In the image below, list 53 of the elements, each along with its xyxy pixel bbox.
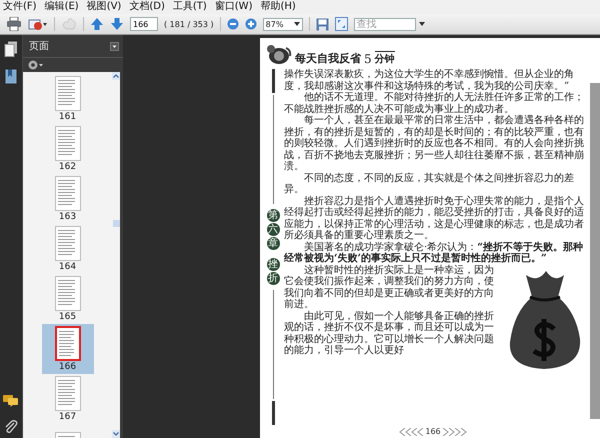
paragraph: 由此可见，假如一个人能够具备正确的挫折观的话，挫折不仅不是坏事，而且还可以成为一种积极的心理动力。它可以增长一个人解决问题的能力，引导一个人以更好 bbox=[284, 310, 495, 356]
scroll-up-icon[interactable] bbox=[112, 72, 120, 80]
menu-item[interactable]: 编辑(E) bbox=[44, 1, 79, 13]
bookmark-icon[interactable] bbox=[5, 69, 17, 84]
scroll-down-icon[interactable] bbox=[112, 430, 120, 438]
page-number: 166 bbox=[425, 427, 441, 436]
menu-item[interactable]: 文件(F) bbox=[3, 1, 37, 13]
share-icon[interactable] bbox=[28, 17, 48, 31]
chevrons-right-icon bbox=[442, 428, 467, 436]
print-icon[interactable] bbox=[6, 17, 22, 31]
page-thumbnail[interactable]: 162 bbox=[42, 124, 94, 174]
zoom-dropdown[interactable]: 87% bbox=[262, 18, 303, 30]
caret-icon bbox=[294, 22, 300, 26]
zoom-out-icon[interactable] bbox=[226, 18, 239, 30]
page-thumbnail[interactable]: 166 bbox=[42, 324, 94, 374]
caret-icon[interactable] bbox=[418, 22, 425, 26]
search-field[interactable]: 查找 bbox=[354, 18, 416, 30]
page-thumbnail[interactable]: 165 bbox=[42, 274, 94, 324]
menu-item[interactable]: 文档(D) bbox=[129, 1, 165, 13]
menu-item[interactable]: 窗口(W) bbox=[214, 1, 252, 13]
up-arrow-icon[interactable] bbox=[90, 17, 104, 31]
options-gear-icon[interactable] bbox=[28, 60, 44, 70]
menu-item[interactable]: 视图(V) bbox=[86, 1, 122, 13]
attachment-icon[interactable] bbox=[4, 419, 18, 434]
comments-icon[interactable] bbox=[3, 395, 19, 407]
paragraph: 这种暂时性的挫折实际上是一种幸运，因为它会使我们振作起来，调整我们的努力方向，使我们向着不同的但却是更正确或者更美好的方向前进。 bbox=[284, 264, 495, 310]
down-arrow-icon[interactable] bbox=[110, 17, 124, 31]
page-number-field[interactable]: 166 bbox=[130, 17, 158, 31]
paragraph: 挫折容忍力是指个人遭遇挫折时免于心理失常的能力，是指个人经得起打击或经得起挫折的能力，能忍受挫折的打击，具备良好的适应能力，以保持正常的心理活动，这是心理健康的标志，也是成功者所必须具备的重要心理素质之一。 bbox=[284, 196, 585, 242]
page-thumbnail[interactable]: 163 bbox=[42, 174, 94, 224]
page-thumbnail[interactable]: 167 bbox=[42, 374, 94, 424]
scrollbar-thumb[interactable] bbox=[112, 220, 120, 227]
panel-menu-icon[interactable] bbox=[110, 42, 119, 50]
save-icon[interactable] bbox=[316, 18, 329, 30]
paragraph: 他的话不无道理。不能对待挫折的人无法胜任许多正常的工作；不能战胜挫折感的人决不可能成为事业上的成功者。 bbox=[284, 92, 585, 114]
running-header: 每天自我反省 bbox=[295, 51, 361, 66]
menu-item[interactable]: 工具(T) bbox=[172, 1, 207, 13]
page-thumbnail[interactable]: 164 bbox=[42, 224, 94, 274]
paragraph: 不同的态度，不同的反应，其实就是个体之间挫折容忍力的差异。 bbox=[284, 172, 575, 196]
paragraph: 每一个人，甚至在最最平常的日常生活中，都会遭遇各种各样的挫折，有的挫折是短暂的，有的却是长时间的；有的比较严重，也有的则较轻微。人们遇到挫折时的反应也各不相同。有的人会向挫折挑战，百折不挠地去克服挫折；另一些人却往往萎靡不振，甚至精神崩溃。 bbox=[284, 115, 585, 172]
header-number: 5 bbox=[364, 52, 372, 66]
page-count: ( 181 / 353 ) bbox=[164, 20, 214, 28]
paragraph: 操作失误深表歉疚，为这位大学生的不幸感到惋惜。但从企业的角度，我却感谢这次事件和这场特殊的考试，我为我的公司庆幸。” bbox=[284, 69, 575, 92]
header-unit: 分钟 bbox=[374, 51, 395, 66]
fit-page-icon[interactable] bbox=[334, 17, 348, 31]
menu-item[interactable]: 帮助(H) bbox=[260, 1, 296, 13]
pages-icon[interactable] bbox=[4, 41, 18, 57]
logo-drawing bbox=[266, 44, 292, 66]
chevrons-left-icon bbox=[399, 428, 424, 436]
paragraph: 美国著名的成功学家拿破仑·希尔认为：“挫折不等于失败。那种经常被视为‘失败’的事实际上只不过是暂时性的挫折而已。” bbox=[284, 242, 584, 264]
zoom-in-icon[interactable] bbox=[244, 18, 257, 30]
panel-title: 页面 bbox=[29, 40, 49, 53]
page-thumbnail[interactable]: 161 bbox=[42, 74, 94, 124]
